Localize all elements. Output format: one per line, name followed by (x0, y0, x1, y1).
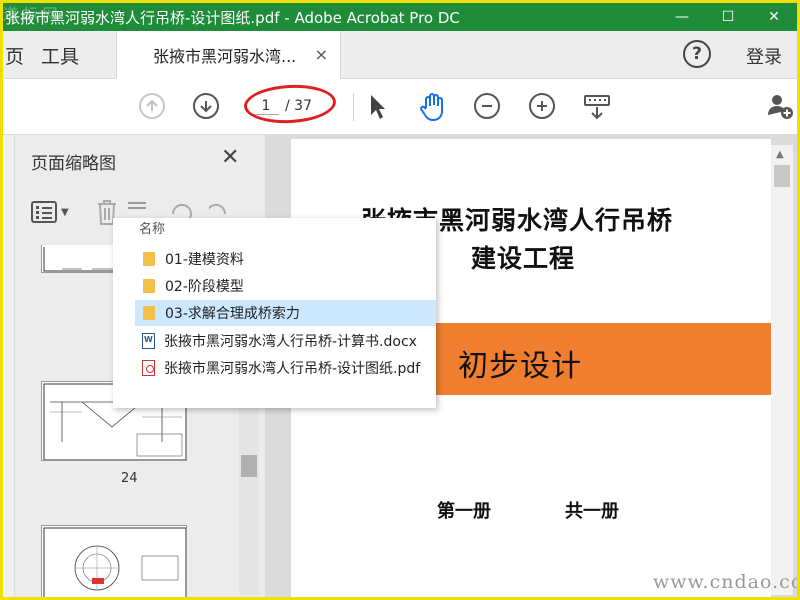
tab-tools[interactable]: 工具 (41, 42, 79, 69)
title-bar: 张掖市黑河弱水湾人行吊桥-设计图纸.pdf - Adobe Acrobat Pr… (3, 3, 797, 31)
window-controls: — ☐ ✕ (659, 3, 797, 31)
prev-page-button[interactable] (139, 93, 165, 119)
panel-close-icon[interactable]: ✕ (221, 145, 239, 170)
thumbnail-page-number: 24 (121, 471, 138, 486)
document-title-line2: 建设工程 (471, 244, 576, 273)
folder-icon (143, 279, 155, 293)
arrow-up-icon (146, 99, 158, 111)
zoom-in-button[interactable] (529, 93, 555, 119)
thumbnail-options-icon[interactable] (31, 201, 57, 223)
app-window: 张掖市黑河弱水湾人行吊桥-设计图纸.pdf - Adobe Acrobat Pr… (0, 0, 800, 600)
tab-document[interactable]: 张掖市黑河弱水湾... × (116, 31, 341, 79)
thumbnail-drawing (43, 527, 186, 597)
tab-home[interactable]: 页 (3, 42, 24, 69)
list-item[interactable]: 张掖市黑河弱水湾人行吊桥-设计图纸.pdf (135, 355, 436, 381)
maximize-button[interactable]: ☐ (705, 3, 751, 31)
document-tab-label: 张掖市黑河弱水湾... (153, 47, 297, 66)
left-nav-strip (3, 135, 15, 597)
add-person-icon[interactable] (765, 91, 795, 121)
scrollbar-thumb[interactable] (774, 165, 790, 187)
zoom-out-button[interactable] (474, 93, 500, 119)
list-item[interactable]: 02-阶段模型 (135, 273, 436, 299)
site-watermark: www.cndao.com (653, 571, 797, 593)
minimize-button[interactable]: — (659, 3, 705, 31)
tab-bar: 页 工具 张掖市黑河弱水湾... × ? 登录 (3, 31, 797, 79)
word-document-icon (142, 333, 155, 349)
list-item-selected[interactable]: 03-求解合理成桥索力 (135, 300, 436, 326)
close-window-button[interactable]: ✕ (751, 3, 797, 31)
list-item[interactable]: 01-建模资料 (135, 246, 436, 272)
folder-icon (143, 306, 155, 320)
file-list-popup: 名称 01-建模资料 02-阶段模型 03-求解合理成桥索力 张掖市黑河弱水湾人… (113, 218, 436, 408)
page-thumbnail[interactable] (41, 525, 187, 597)
select-cursor-icon[interactable] (367, 93, 387, 121)
list-item-label: 张掖市黑河弱水湾人行吊桥-设计图纸.pdf (164, 361, 421, 377)
scroll-up-icon[interactable]: ▲ (776, 149, 784, 160)
chevron-down-icon[interactable]: ▼ (61, 207, 69, 218)
list-item-label: 03-求解合理成桥索力 (165, 306, 300, 322)
close-tab-icon[interactable]: × (315, 45, 328, 64)
list-item-label: 02-阶段模型 (165, 279, 244, 295)
stage-label: 初步设计 (458, 349, 582, 384)
volume-number: 第一册 (437, 501, 491, 522)
volume-total: 共一册 (565, 501, 619, 522)
pdf-document-icon (142, 360, 155, 376)
list-item-label: 01-建模资料 (165, 252, 244, 268)
folder-icon (143, 252, 155, 266)
main-toolbar: 1 / 37 (3, 79, 797, 135)
login-button[interactable]: 登录 (746, 43, 782, 69)
help-icon[interactable]: ? (683, 40, 711, 68)
hand-tool-icon[interactable] (417, 91, 449, 123)
column-header-name: 名称 (139, 222, 166, 237)
window-title: 张掖市黑河弱水湾人行吊桥-设计图纸.pdf - Adobe Acrobat Pr… (5, 8, 460, 27)
panel-title: 页面缩略图 (31, 154, 116, 174)
document-scrollbar[interactable]: ▲ (771, 145, 793, 595)
title-watermark: 道 标 网 (3, 5, 58, 23)
list-item-label: 张掖市黑河弱水湾人行吊桥-计算书.docx (164, 334, 417, 350)
stage-banner: 初步设计 (436, 323, 771, 395)
arrow-down-icon (200, 101, 212, 113)
toolbar-divider (353, 93, 354, 121)
list-item[interactable]: 张掖市黑河弱水湾人行吊桥-计算书.docx (135, 328, 436, 354)
scrollbar-thumb[interactable] (241, 455, 257, 477)
tab-left-group: 页 工具 (3, 31, 79, 79)
next-page-button[interactable] (193, 93, 219, 119)
plus-icon (537, 101, 547, 111)
keyboard-tool-icon[interactable] (583, 93, 611, 121)
minus-icon (482, 105, 492, 107)
